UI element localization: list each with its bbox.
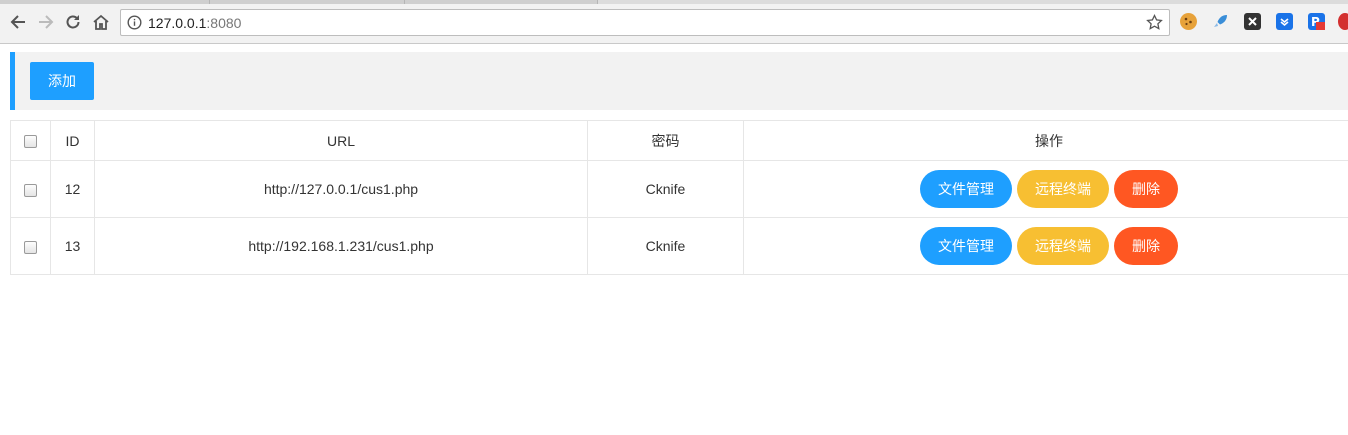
tab[interactable] [0,0,210,4]
adblock-extension-icon[interactable] [1338,13,1348,30]
cookie-extension-icon[interactable] [1180,13,1197,30]
address-bar[interactable]: 127.0.0.1:8080 [120,9,1170,36]
row-actions: 文件管理 远程终端 删除 [743,217,1348,275]
row-id: 13 [50,217,95,275]
toolbar: 添加 [10,52,1348,110]
header-actions: 操作 [743,120,1348,161]
p-extension-icon[interactable]: P [1308,13,1325,30]
url-host: 127.0.0.1 [148,15,207,31]
table-row: 13 http://192.168.1.231/cus1.php Cknife … [10,217,1348,275]
row-url: http://127.0.0.1/cus1.php [94,160,588,218]
remote-terminal-button[interactable]: 远程终端 [1017,170,1109,208]
header-url: URL [94,120,588,161]
row-checkbox[interactable] [24,183,37,197]
reload-icon[interactable] [63,12,83,32]
rocket-extension-icon[interactable] [1212,13,1229,30]
x-extension-icon[interactable] [1244,13,1261,30]
row-select-cell [10,217,51,275]
home-icon[interactable] [91,12,111,32]
delete-button[interactable]: 删除 [1114,227,1178,265]
row-url: http://192.168.1.231/cus1.php [94,217,588,275]
star-icon[interactable] [1146,13,1163,31]
row-password: Cknife [587,217,744,275]
address-text[interactable]: 127.0.0.1:8080 [148,15,241,31]
row-checkbox[interactable] [24,240,37,254]
pocket-extension-icon[interactable] [1276,13,1293,30]
browser-chrome: 127.0.0.1:8080 P [0,0,1348,44]
row-select-cell [10,160,51,218]
row-password: Cknife [587,160,744,218]
header-password: 密码 [587,120,744,161]
action-group: 文件管理 远程终端 删除 [744,227,1348,265]
tab[interactable] [210,0,405,4]
delete-button[interactable]: 删除 [1114,170,1178,208]
remote-terminal-button[interactable]: 远程终端 [1017,227,1109,265]
header-id: ID [50,120,95,161]
row-actions: 文件管理 远程终端 删除 [743,160,1348,218]
row-id: 12 [50,160,95,218]
header-select-cell [10,120,51,161]
back-icon[interactable] [8,12,28,32]
add-button[interactable]: 添加 [30,62,94,100]
file-manage-button[interactable]: 文件管理 [920,170,1012,208]
tab-strip [0,0,1348,4]
info-icon[interactable] [127,15,142,30]
tab[interactable] [405,0,598,4]
file-manage-button[interactable]: 文件管理 [920,227,1012,265]
shell-table: ID URL 密码 操作 12 http://127.0.0.1/cus1.ph… [10,120,1348,275]
table-row: 12 http://127.0.0.1/cus1.php Cknife 文件管理… [10,160,1348,218]
url-port: :8080 [206,15,242,31]
action-group: 文件管理 远程终端 删除 [744,170,1348,208]
select-all-checkbox[interactable] [24,135,37,149]
forward-icon[interactable] [36,12,56,32]
table-header-row: ID URL 密码 操作 [10,120,1348,161]
